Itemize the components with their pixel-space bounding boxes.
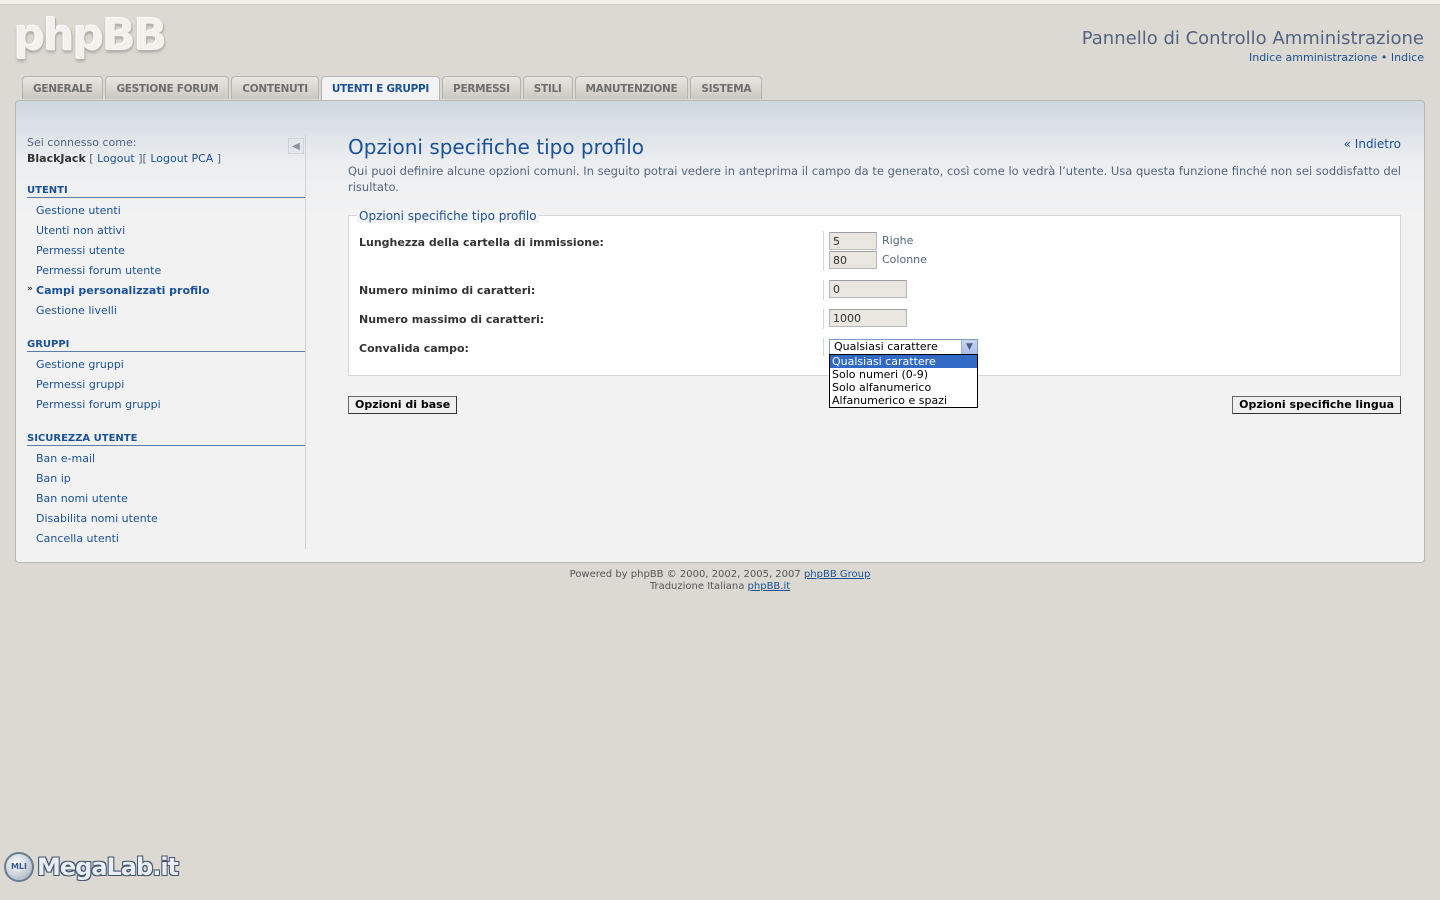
megalab-watermark: MLI MegaLab.it	[4, 852, 179, 882]
validate-dropdown-list: Qualsiasi carattere Solo numeri (0-9) So…	[829, 354, 978, 408]
back-link[interactable]: « Indietro	[1344, 137, 1401, 151]
acp-index-link[interactable]: Indice amministrazione	[1249, 51, 1377, 64]
tab-contenuti[interactable]: CONTENUTI	[231, 76, 319, 99]
rows-input[interactable]: 5	[829, 232, 877, 250]
sidebar-section-gruppi: GRUPPI	[27, 339, 305, 352]
megalab-logo-icon: MLI	[4, 852, 34, 882]
sidebar-item-permessi-gruppi[interactable]: Permessi gruppi	[36, 378, 124, 391]
max-chars-label: Numero massimo di caratteri:	[359, 313, 545, 326]
main-tabs: GENERALE GESTIONE FORUM CONTENUTI UTENTI…	[22, 76, 763, 101]
validate-select[interactable]: Qualsiasi carattere ▼	[829, 339, 978, 355]
validate-option[interactable]: Solo alfanumerico	[830, 381, 977, 394]
tab-utenti-e-gruppi[interactable]: UTENTI E GRUPPI	[320, 76, 441, 101]
sidebar-divider	[305, 135, 306, 549]
length-label: Lunghezza della cartella di immissione:	[359, 236, 604, 249]
footer-powered-text: Powered by phpBB © 2000, 2002, 2005, 200…	[569, 569, 801, 580]
sidebar-item-ban-nomi-utente[interactable]: Ban nomi utente	[36, 492, 128, 505]
tab-sistema[interactable]: SISTEMA	[690, 76, 763, 99]
cols-unit: Colonne	[882, 253, 927, 266]
sidebar-item-campi-personalizzati[interactable]: » Campi personalizzati profilo	[27, 284, 210, 297]
sidebar-item-disabilita-nomi-utente[interactable]: Disabilita nomi utente	[36, 512, 158, 525]
sidebar-section-utenti: UTENTI	[27, 185, 305, 198]
logout-acp-link[interactable]: Logout PCA	[150, 152, 213, 165]
sidebar-item-gestione-gruppi[interactable]: Gestione gruppi	[36, 358, 124, 371]
board-index-link[interactable]: Indice	[1391, 51, 1424, 64]
field-divider	[823, 280, 824, 300]
logged-as-label: Sei connesso come:	[27, 136, 137, 149]
page-title: Opzioni specifiche tipo profilo	[348, 135, 645, 159]
sidebar-item-gestione-utenti[interactable]: Gestione utenti	[36, 204, 121, 217]
sidebar-item-utenti-non-attivi[interactable]: Utenti non attivi	[36, 224, 125, 237]
rows-unit: Righe	[882, 234, 914, 247]
field-divider	[823, 231, 824, 271]
tab-permessi[interactable]: PERMESSI	[442, 76, 521, 99]
logout-link[interactable]: Logout	[97, 152, 135, 165]
validate-option[interactable]: Alfanumerico e spazi	[830, 394, 977, 407]
tab-gestione-forum[interactable]: GESTIONE FORUM	[105, 76, 230, 99]
sidebar-item-permessi-utente[interactable]: Permessi utente	[36, 244, 125, 257]
page-description: Qui puoi definire alcune opzioni comuni.…	[348, 164, 1401, 194]
validate-label: Convalida campo:	[359, 342, 469, 355]
min-chars-label: Numero minimo di caratteri:	[359, 284, 536, 297]
collapse-left-icon[interactable]: ◀	[288, 138, 304, 154]
current-item-arrow-icon: »	[27, 284, 33, 294]
sidebar-item-cancella-utenti[interactable]: Cancella utenti	[36, 532, 119, 545]
sidebar-item-permessi-forum-gruppi[interactable]: Permessi forum gruppi	[36, 398, 161, 411]
username: BlackJack	[27, 152, 86, 165]
validate-option[interactable]: Qualsiasi carattere	[830, 355, 977, 368]
validate-selected-value: Qualsiasi carattere	[834, 340, 938, 353]
sidebar-user-info: Sei connesso come: BlackJack [ Logout ][…	[27, 135, 305, 167]
sidebar-item-label: Campi personalizzati profilo	[36, 284, 210, 297]
tab-manutenzione[interactable]: MANUTENZIONE	[574, 76, 689, 99]
profile-options-fieldset: Opzioni specifiche tipo profilo Lunghezz…	[348, 209, 1401, 408]
field-divider	[823, 309, 824, 329]
validate-option[interactable]: Solo numeri (0-9)	[830, 368, 977, 381]
acp-title: Pannello di Controllo Amministrazione	[1081, 28, 1424, 49]
sidebar-section-sicurezza-utente: SICUREZZA UTENTE	[27, 433, 305, 446]
sidebar-item-permessi-forum-utente[interactable]: Permessi forum utente	[36, 264, 161, 277]
fieldset-legend: Opzioni specifiche tipo profilo	[357, 209, 539, 223]
footer-translation-text: Traduzione Italiana	[649, 581, 745, 592]
window-top-border	[0, 0, 1440, 5]
footer-translation: Traduzione Italiana phpBB.it	[0, 581, 1440, 592]
content-panel: Sei connesso come: BlackJack [ Logout ][…	[15, 100, 1425, 563]
field-divider	[823, 338, 824, 356]
megalab-watermark-text: MegaLab.it	[37, 853, 179, 881]
language-options-button[interactable]: Opzioni specifiche lingua	[1232, 396, 1401, 414]
chevron-down-icon[interactable]: ▼	[961, 340, 977, 354]
cols-input[interactable]: 80	[829, 251, 877, 269]
min-chars-input[interactable]: 0	[829, 280, 907, 298]
footer-powered: Powered by phpBB © 2000, 2002, 2005, 200…	[0, 569, 1440, 580]
header-links: Indice amministrazione • Indice	[1249, 51, 1424, 64]
tab-stili[interactable]: STILI	[522, 76, 573, 99]
tab-generale[interactable]: GENERALE	[22, 76, 104, 99]
phpbb-it-link[interactable]: phpBB.it	[748, 581, 791, 592]
sidebar-item-ban-email[interactable]: Ban e-mail	[36, 452, 95, 465]
phpbb-group-link[interactable]: phpBB Group	[804, 569, 870, 580]
phpbb-logo[interactable]: phpBB	[14, 10, 167, 61]
basic-options-button[interactable]: Opzioni di base	[348, 396, 458, 414]
link-separator: •	[1380, 51, 1388, 64]
sidebar-item-gestione-livelli[interactable]: Gestione livelli	[36, 304, 117, 317]
sidebar-item-ban-ip[interactable]: Ban ip	[36, 472, 71, 485]
max-chars-input[interactable]: 1000	[829, 309, 907, 327]
